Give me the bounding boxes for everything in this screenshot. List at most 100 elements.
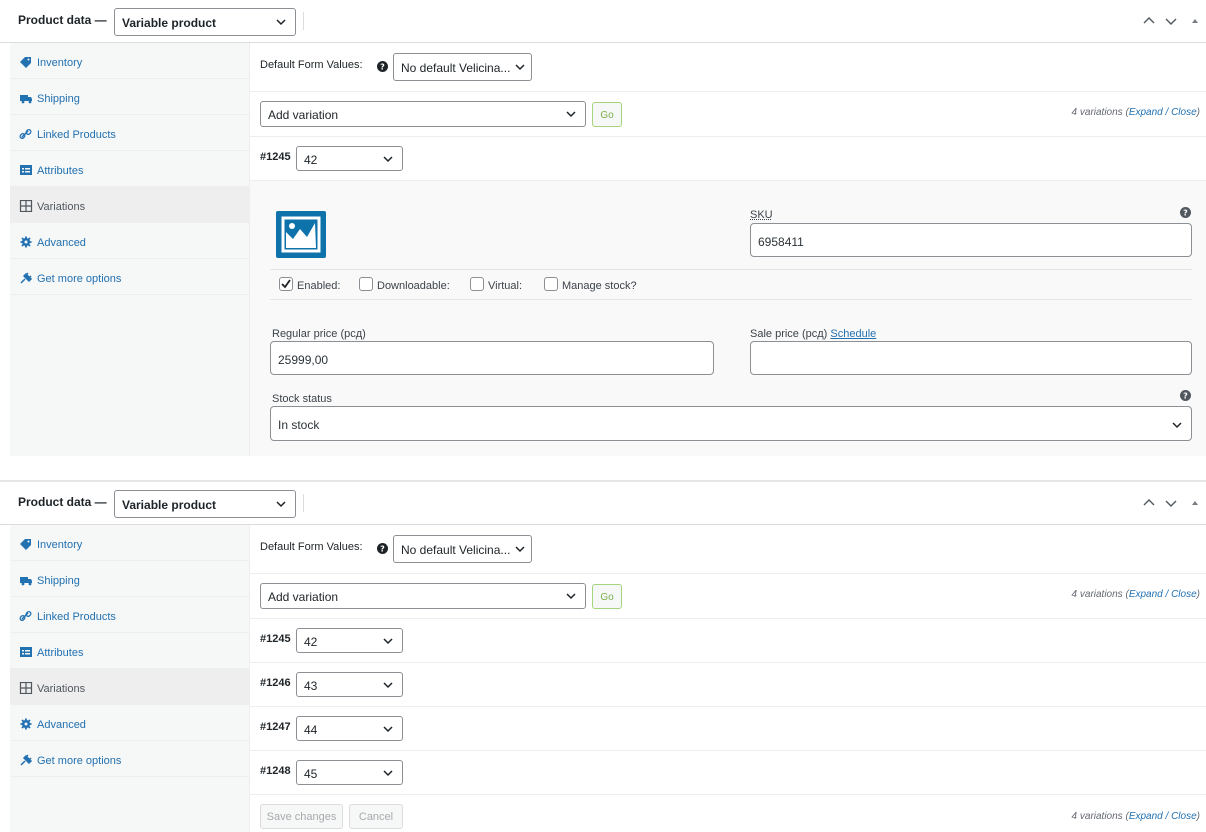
- stock-status-value: In stock: [278, 418, 320, 432]
- chevron-down-icon: [276, 19, 286, 26]
- variations-count-text: 4 variations: [1071, 107, 1123, 118]
- expand-link[interactable]: Expand: [1129, 107, 1163, 118]
- sale-price-label-wrap: Sale price (рсд) Schedule: [750, 328, 876, 340]
- header-divider: [303, 494, 304, 512]
- variations-count-text: 4 variations: [1071, 811, 1123, 822]
- downloadable-checkbox[interactable]: [359, 277, 373, 291]
- chevron-up-icon[interactable]: [1142, 496, 1156, 510]
- sidebar-item-variations[interactable]: Variations: [10, 187, 249, 223]
- product-data-header: Product data — Variable product: [0, 0, 1206, 43]
- sidebar-item-inventory[interactable]: Inventory: [10, 525, 249, 561]
- gear-icon: [20, 236, 32, 248]
- enabled-checkbox[interactable]: [279, 277, 293, 291]
- chevron-down-icon[interactable]: [1164, 496, 1178, 510]
- sidebar-item-label: Inventory: [37, 539, 83, 551]
- variation-size-select[interactable]: 42: [296, 628, 403, 653]
- chevron-down-icon: [383, 682, 393, 689]
- variation-size-value: 44: [304, 723, 318, 737]
- sale-price-input[interactable]: [750, 341, 1192, 375]
- svg-text:?: ?: [1183, 392, 1188, 401]
- chevron-down-icon: [515, 64, 525, 71]
- regular-price-input[interactable]: 25999,00: [270, 341, 714, 375]
- sidebar-item-label: Linked Products: [37, 611, 116, 623]
- link-separator: /: [1162, 589, 1172, 600]
- sidebar-item-attributes[interactable]: Attributes: [10, 633, 249, 669]
- variation-row[interactable]: #1248 45: [250, 751, 1206, 795]
- gear-icon: [20, 718, 32, 730]
- collapse-triangle-icon[interactable]: [1188, 496, 1202, 510]
- sidebar-item-advanced[interactable]: Advanced: [10, 223, 249, 259]
- link-icon: [19, 128, 32, 140]
- product-type-value: Variable product: [122, 498, 217, 512]
- chevron-down-icon: [383, 726, 393, 733]
- add-variation-select[interactable]: Add variation: [260, 101, 586, 127]
- sidebar-item-label: Get more options: [37, 755, 122, 767]
- sidebar-item-shipping[interactable]: Shipping: [10, 79, 249, 115]
- collapse-triangle-icon[interactable]: [1188, 14, 1202, 28]
- variation-id: #1248: [260, 765, 291, 777]
- expand-link[interactable]: Expand: [1129, 589, 1163, 600]
- sidebar-item-advanced[interactable]: Advanced: [10, 705, 249, 741]
- truck-icon: [20, 95, 32, 104]
- variation-row[interactable]: #1247 44: [250, 707, 1206, 751]
- stock-status-select[interactable]: In stock: [270, 406, 1192, 441]
- sidebar-item-get-more-options[interactable]: Get more options: [10, 741, 249, 777]
- plugin-icon: [20, 754, 33, 766]
- sidebar-item-get-more-options[interactable]: Get more options: [10, 259, 249, 295]
- virtual-checkbox[interactable]: [470, 277, 484, 291]
- sidebar-item-shipping[interactable]: Shipping: [10, 561, 249, 597]
- sidebar-item-linked-products[interactable]: Linked Products: [10, 597, 249, 633]
- expand-link[interactable]: Expand: [1129, 811, 1163, 822]
- variation-size-select[interactable]: 43: [296, 672, 403, 697]
- help-icon[interactable]: ?: [377, 543, 388, 554]
- save-changes-button[interactable]: Save changes: [260, 804, 343, 829]
- sidebar-item-label: Shipping: [37, 93, 80, 105]
- svg-text:?: ?: [380, 63, 385, 72]
- grid-icon: [19, 200, 33, 212]
- variation-image-placeholder[interactable]: [276, 211, 326, 258]
- close-link[interactable]: Close: [1171, 811, 1197, 822]
- variation-id: #1246: [260, 677, 291, 689]
- sidebar-item-label: Shipping: [37, 575, 80, 587]
- chevron-down-icon[interactable]: [1164, 14, 1178, 28]
- sidebar-item-inventory[interactable]: Inventory: [10, 43, 249, 79]
- sidebar-item-label: Variations: [37, 201, 86, 213]
- cancel-button[interactable]: Cancel: [349, 804, 403, 829]
- go-button[interactable]: Go: [592, 584, 622, 609]
- image-placeholder-icon: [281, 216, 321, 253]
- product-type-select[interactable]: Variable product: [114, 8, 296, 36]
- help-icon[interactable]: ?: [1180, 207, 1191, 218]
- schedule-link[interactable]: Schedule: [830, 328, 876, 340]
- variation-row[interactable]: #1245 42: [250, 137, 1206, 181]
- chevron-up-icon[interactable]: [1142, 14, 1156, 28]
- help-icon[interactable]: ?: [377, 61, 388, 72]
- regular-price-label: Regular price (рсд): [272, 328, 366, 340]
- add-variation-row: Add variation Go 4 variations (Expand / …: [250, 574, 1206, 619]
- default-velicina-select[interactable]: No default Velicina...: [393, 53, 532, 81]
- add-variation-select[interactable]: Add variation: [260, 583, 586, 609]
- sidebar-item-variations[interactable]: Variations: [10, 669, 249, 705]
- chevron-down-icon: [566, 593, 576, 600]
- add-variation-value: Add variation: [268, 590, 339, 604]
- variation-row[interactable]: #1246 43: [250, 663, 1206, 707]
- variation-id: #1247: [260, 721, 291, 733]
- sidebar-item-linked-products[interactable]: Linked Products: [10, 115, 249, 151]
- variation-size-select[interactable]: 44: [296, 716, 403, 741]
- help-icon[interactable]: ?: [1180, 390, 1191, 401]
- variation-size-select[interactable]: 42: [296, 146, 403, 171]
- go-button[interactable]: Go: [592, 102, 622, 127]
- sku-input[interactable]: 6958411: [750, 223, 1192, 257]
- default-velicina-select[interactable]: No default Velicina...: [393, 535, 532, 563]
- close-link[interactable]: Close: [1171, 107, 1197, 118]
- close-link[interactable]: Close: [1171, 589, 1197, 600]
- variation-id: #1245: [260, 633, 291, 645]
- variations-footer: Save changes Cancel 4 variations (Expand…: [250, 795, 1206, 832]
- variation-row[interactable]: #1245 42: [250, 619, 1206, 663]
- variation-size-select[interactable]: 45: [296, 760, 403, 785]
- variation-size-value: 42: [304, 153, 318, 167]
- product-type-select[interactable]: Variable product: [114, 490, 296, 518]
- sidebar-item-attributes[interactable]: Attributes: [10, 151, 249, 187]
- grid-icon: [19, 682, 33, 694]
- variation-size-value: 43: [304, 679, 318, 693]
- manage-stock-checkbox[interactable]: [544, 277, 558, 291]
